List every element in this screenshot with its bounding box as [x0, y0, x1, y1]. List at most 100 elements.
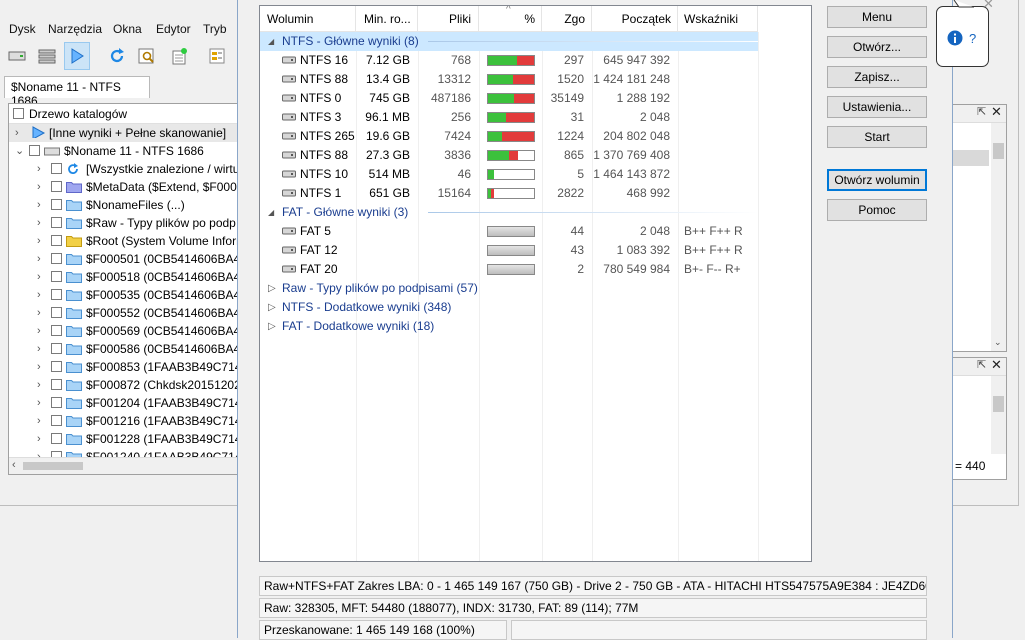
volume-row[interactable]: NTFS 0 745 GB 487186 35149 1 288 192	[260, 89, 811, 108]
vertical-scrollbar[interactable]: ⌄	[991, 123, 1006, 351]
group-row[interactable]: ▷ Raw - Typy plików po podpisami (57)	[260, 279, 811, 298]
tree-checkbox[interactable]	[51, 433, 62, 444]
help-button[interactable]: Pomoc	[827, 199, 927, 221]
help-tooltip[interactable]: ?	[936, 6, 989, 67]
expand-arrow-icon[interactable]: ▷	[268, 279, 276, 298]
volume-row[interactable]: FAT 12 43 1 083 392 B++ F++ R	[260, 241, 811, 260]
menu-edytor[interactable]: Edytor	[156, 22, 191, 36]
scan-preview-icon[interactable]	[134, 42, 160, 70]
tree-checkbox[interactable]	[51, 289, 62, 300]
tree-item[interactable]: › $F001216 (1FAAB3B49C71409	[9, 412, 239, 430]
vertical-scrollbar[interactable]	[991, 376, 1006, 454]
menu-tryb[interactable]: Tryb	[203, 22, 227, 36]
save-button[interactable]: Zapisz...	[827, 66, 927, 88]
open-volume-button[interactable]: Otwórz wolumin	[827, 169, 927, 191]
expand-chevron-icon[interactable]: ›	[37, 430, 47, 448]
group-row[interactable]: ◢ FAT - Główne wyniki (3)	[260, 203, 811, 222]
col-wolumin[interactable]: Wolumin	[260, 6, 356, 32]
tree-checkbox[interactable]	[51, 343, 62, 354]
tree-item[interactable]: › $F000586 (0CB5414606BA4F4	[9, 340, 239, 358]
tree-checkbox[interactable]	[51, 325, 62, 336]
play-icon[interactable]	[64, 42, 90, 70]
tree-item[interactable]: ⌄ $Noname 11 - NTFS 1686	[9, 142, 239, 160]
expand-arrow-icon[interactable]: ▷	[268, 298, 276, 317]
tree-item[interactable]: › $F000518 (0CB5414606BA4F4	[9, 268, 239, 286]
pin-icon[interactable]: ⇱	[977, 358, 986, 371]
pin-icon[interactable]: ⇱	[977, 105, 986, 118]
expand-chevron-icon[interactable]: ›	[37, 268, 47, 286]
tree-item[interactable]: › $F001204 (1FAAB3B49C71409	[9, 394, 239, 412]
tree-item[interactable]: › $F000501 (0CB5414606BA4F4	[9, 250, 239, 268]
tree-checkbox[interactable]	[51, 163, 62, 174]
scroll-thumb[interactable]	[23, 462, 83, 470]
tree-checkbox[interactable]	[51, 415, 62, 426]
group-row[interactable]: ▷ FAT - Dodatkowe wyniki (18)	[260, 317, 811, 336]
col-percent[interactable]: % ^	[479, 6, 542, 32]
col-min-size[interactable]: Min. ro...	[356, 6, 418, 32]
tree-item[interactable]: › $F000853 (1FAAB3B49C71409	[9, 358, 239, 376]
tree-item[interactable]: › $F001228 (1FAAB3B49C71409	[9, 430, 239, 448]
expand-chevron-icon[interactable]: ›	[37, 250, 47, 268]
tree-checkbox[interactable]	[51, 199, 62, 210]
list-view-icon[interactable]	[34, 42, 60, 70]
scroll-left-icon[interactable]: ‹	[12, 459, 16, 471]
expand-chevron-icon[interactable]: ›	[37, 304, 47, 322]
tree-horizontal-scrollbar[interactable]: ‹	[9, 457, 239, 474]
tree-checkbox[interactable]	[51, 253, 62, 264]
volume-row[interactable]: NTFS 16 7.12 GB 768 297 645 947 392	[260, 51, 811, 70]
expand-chevron-icon[interactable]: ›	[37, 340, 47, 358]
expand-chevron-icon[interactable]: ›	[37, 412, 47, 430]
refresh-icon[interactable]	[104, 42, 130, 70]
tree-checkbox[interactable]	[51, 307, 62, 318]
expand-chevron-icon[interactable]: ›	[37, 178, 47, 196]
col-pliki[interactable]: Pliki	[418, 6, 479, 32]
tree-header-checkbox[interactable]	[13, 108, 24, 119]
tree-checkbox[interactable]	[51, 271, 62, 282]
tree-checkbox[interactable]	[51, 397, 62, 408]
tree-item[interactable]: › $F000569 (0CB5414606BA4F4	[9, 322, 239, 340]
menu-narzedzia[interactable]: Narzędzia	[48, 22, 102, 36]
start-button[interactable]: Start	[827, 126, 927, 148]
tree-item[interactable]: › $MetaData ($Extend, $F0000	[9, 178, 239, 196]
expand-chevron-icon[interactable]: ›	[37, 376, 47, 394]
settings-button[interactable]: Ustawienia...	[827, 96, 927, 118]
volume-list[interactable]: Wolumin Min. ro... Pliki % ^ Zgo Początek…	[259, 5, 812, 562]
tree-checkbox[interactable]	[51, 217, 62, 228]
drive-icon[interactable]	[4, 42, 30, 70]
menu-dysk[interactable]: Dysk	[9, 22, 36, 36]
col-wskazniki[interactable]: Wskaźniki	[678, 6, 758, 32]
expand-chevron-icon[interactable]: ›	[37, 322, 47, 340]
tree-checkbox[interactable]	[51, 361, 62, 372]
expand-chevron-icon[interactable]: ›	[37, 358, 47, 376]
menu-button[interactable]: Menu	[827, 6, 927, 28]
tree-item[interactable]: › $Raw - Typy plików po podp	[9, 214, 239, 232]
volume-row[interactable]: FAT 20 2 780 549 984 B+- F-- R+	[260, 260, 811, 279]
close-icon[interactable]: ✕	[991, 104, 1002, 120]
expand-chevron-icon[interactable]: ›	[37, 196, 47, 214]
collapse-chevron-icon[interactable]: ⌄	[15, 142, 25, 160]
tree-checkbox[interactable]	[29, 145, 40, 156]
tree-item[interactable]: › $NonameFiles (...)	[9, 196, 239, 214]
tree-item[interactable]: › $Root (System Volume Inform	[9, 232, 239, 250]
volume-row[interactable]: NTFS 3 96.1 MB 256 31 2 048	[260, 108, 811, 127]
tree-checkbox[interactable]	[51, 235, 62, 246]
volume-row[interactable]: NTFS 88 13.4 GB 13312 1520 1 424 181 248	[260, 70, 811, 89]
tree-item[interactable]: › $F000552 (0CB5414606BA4F4	[9, 304, 239, 322]
volume-row[interactable]: NTFS 88 27.3 GB 3836 865 1 370 769 408	[260, 146, 811, 165]
volume-row[interactable]: NTFS 265 19.6 GB 7424 1224 204 802 048	[260, 127, 811, 146]
tree-item[interactable]: › $F000535 (0CB5414606BA4F4	[9, 286, 239, 304]
expand-chevron-icon[interactable]: ›	[37, 160, 47, 178]
expand-arrow-icon[interactable]: ▷	[268, 317, 276, 336]
tree-item[interactable]: › [Inne wyniki + Pełne skanowanie]	[9, 124, 239, 142]
expand-chevron-icon[interactable]: ›	[37, 214, 47, 232]
volume-row[interactable]: FAT 5 44 2 048 B++ F++ R	[260, 222, 811, 241]
new-item-icon[interactable]	[166, 42, 192, 70]
collapse-arrow-icon[interactable]: ◢	[268, 203, 274, 222]
volume-row[interactable]: NTFS 1 651 GB 15164 2822 468 992	[260, 184, 811, 203]
col-poczatek[interactable]: Początek	[592, 6, 678, 32]
tooltip-close-icon[interactable]: ✕	[983, 0, 994, 12]
menu-okna[interactable]: Okna	[113, 22, 142, 36]
collapse-arrow-icon[interactable]: ◢	[268, 32, 274, 51]
expand-chevron-icon[interactable]: ›	[15, 124, 25, 142]
group-row[interactable]: ◢ NTFS - Główne wyniki (8)	[260, 32, 758, 51]
